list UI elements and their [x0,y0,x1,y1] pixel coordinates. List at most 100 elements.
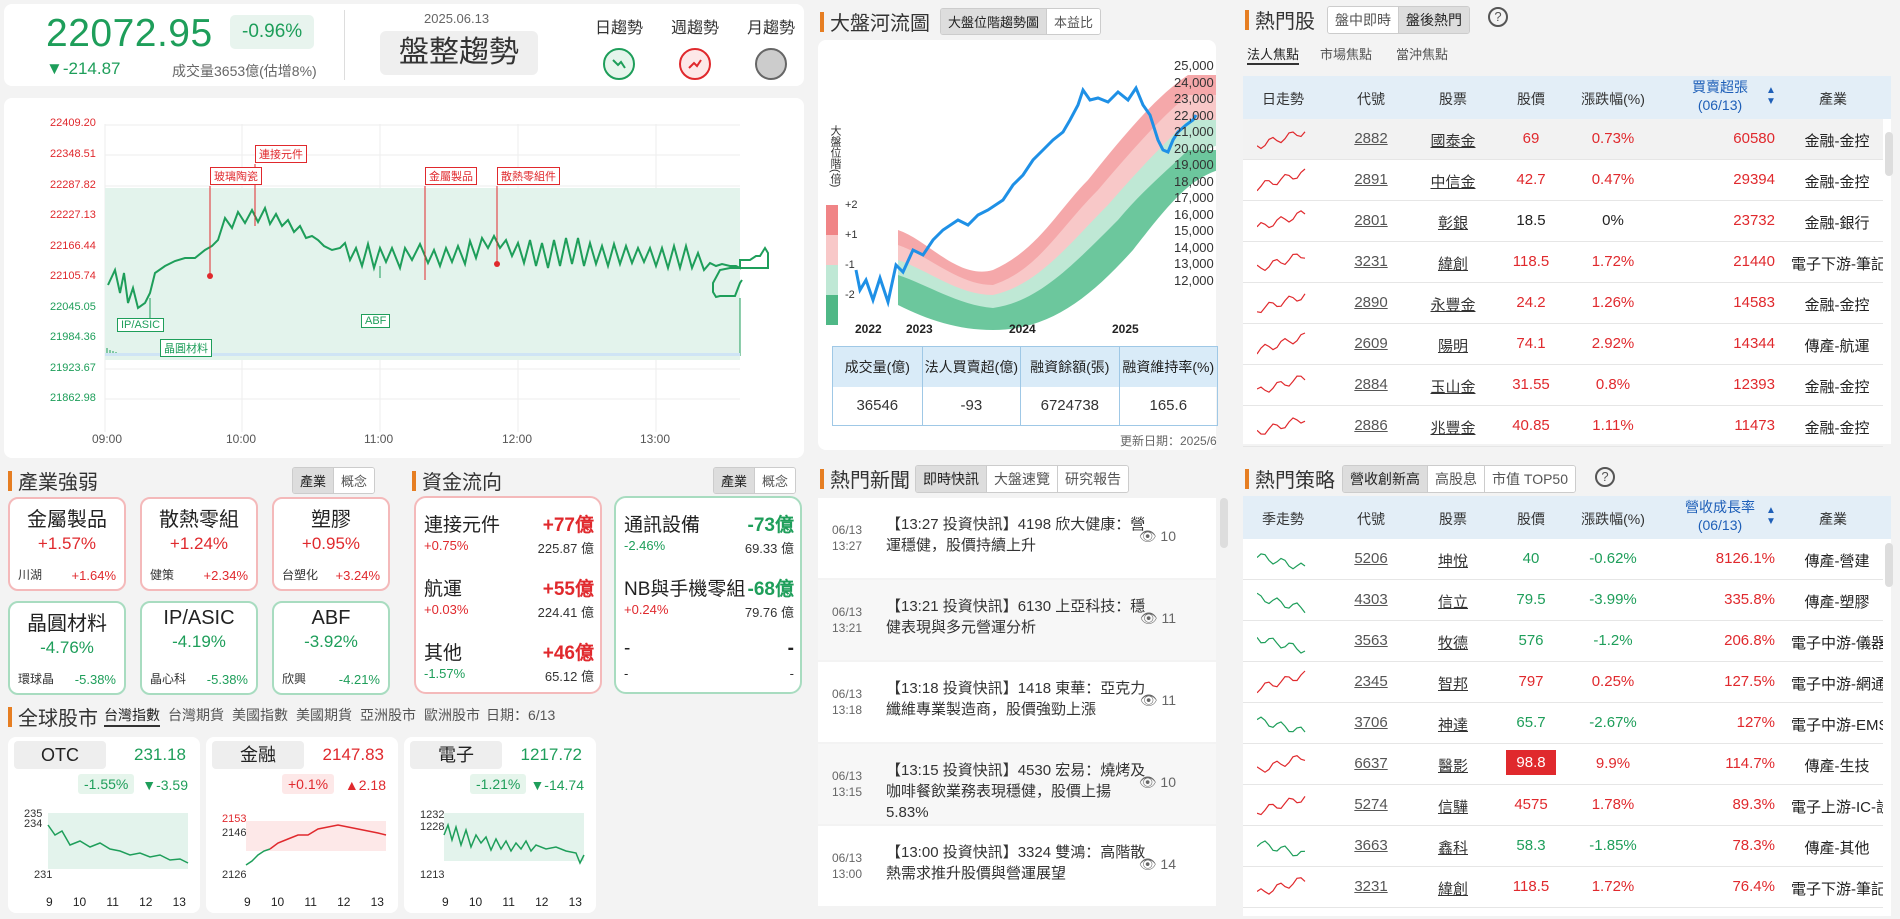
stock-name[interactable]: 國泰金 [1413,130,1493,151]
stock-code[interactable]: 3563 [1341,632,1401,649]
table-row[interactable]: 5274 信驊 4575 1.78% 89.3% 電子上游-IC-設計 [1243,785,1883,826]
table-row[interactable]: 3231 緯創 118.5 1.72% 76.4% 電子下游-筆記型電腦 [1243,867,1883,908]
stock-name[interactable]: 坤悅 [1413,550,1493,571]
tab-realtime[interactable]: 盤中即時 [1328,7,1399,33]
stock-code[interactable]: 4303 [1341,591,1401,608]
tab-high-dividend[interactable]: 高股息 [1428,466,1485,492]
col-header-sorted[interactable]: 營收成長率 (06/13) [1675,498,1765,534]
help-icon[interactable]: ? [1595,467,1615,487]
news-item[interactable]: 06/13 13:00 【13:00 投資快訊】3324 雙鴻：高階散熱需求推升股價… [818,826,1216,906]
global-card-otc[interactable]: OTC 231.18 -1.55% ▼-3.59 235 234 231 9 10 1… [8,737,200,913]
stock-code[interactable]: 3231 [1341,878,1401,895]
news-item[interactable]: 06/13 13:27 【13:27 投資快訊】4198 欣大健康：營運穩健，股價持… [818,498,1216,578]
tab-after-hours[interactable]: 盤後熱門 [1399,7,1469,33]
stock-name[interactable]: 陽明 [1413,335,1493,356]
news-item[interactable]: 06/13 13:21 【13:21 投資快訊】6130 上亞科技：穩健表現與多元營… [818,580,1216,660]
stock-code[interactable]: 5274 [1341,796,1401,813]
subtab-institutional[interactable]: 法人焦點 [1247,44,1300,65]
sort-icon[interactable]: ▲ ▼ [1765,505,1777,527]
stock-code[interactable]: 2609 [1341,335,1401,352]
tab-industry[interactable]: 產業 [293,468,335,493]
industry-card[interactable]: 塑膠 +0.95% 台塑化 +3.24% [272,497,390,591]
news-headline[interactable]: 【13:15 投資快訊】4530 宏易：燒烤及咖啡餐飲業務表現穩健，股價上揚5.… [886,760,1146,823]
stock-name[interactable]: 信立 [1413,591,1493,612]
global-card-electronics[interactable]: 電子 1217.72 -1.21% ▼-14.74 1232 1228 1213 … [404,737,596,913]
news-item[interactable]: 06/13 13:15 【13:15 投資快訊】4530 宏易：燒烤及咖啡餐飲業務表… [818,744,1216,824]
table-row[interactable]: 3563 牧德 576 -1.2% 206.8% 電子中游-儀器設備工... [1243,621,1883,662]
stock-name[interactable]: 永豐金 [1413,294,1493,315]
table-row[interactable]: 2801 彰銀 18.5 0% 23732 金融-銀行 [1243,201,1883,242]
table-row[interactable]: 5206 坤悅 40 -0.62% 8126.1% 傳產-營建 [1243,539,1883,580]
event-tag[interactable]: IP/ASIC [117,318,165,332]
stock-code[interactable]: 2890 [1341,294,1401,311]
tab-tw-index[interactable]: 台灣指數 [104,705,160,727]
stock-name[interactable]: 玉山金 [1413,376,1493,397]
tab-concept[interactable]: 概念 [755,468,796,493]
stock-code[interactable]: 2801 [1341,212,1401,229]
industry-card[interactable]: IP/ASIC -4.19% 晶心科 -5.38% [140,601,258,695]
stock-code[interactable]: 2345 [1341,673,1401,690]
news-headline[interactable]: 【13:00 投資快訊】3324 雙鴻：高階散熱需求推升股價與營運展望 [886,842,1146,884]
stock-code[interactable]: 3663 [1341,837,1401,854]
tab-river-pe[interactable]: 本益比 [1047,9,1101,34]
event-tag[interactable]: 玻璃陶瓷 [210,167,262,185]
event-tag[interactable]: 連接元件 [255,145,307,163]
stock-name[interactable]: 信驊 [1413,796,1493,817]
tab-news-report[interactable]: 研究報告 [1058,466,1128,492]
stock-name[interactable]: 彰銀 [1413,212,1493,233]
news-headline[interactable]: 【13:21 投資快訊】6130 上亞科技：穩健表現與多元營運分析 [886,596,1146,638]
monthly-trend[interactable]: 月趨勢 [736,14,806,80]
stock-name[interactable]: 兆豐金 [1413,417,1493,438]
stock-code[interactable]: 2884 [1341,376,1401,393]
tab-us-index[interactable]: 美國指數 [232,705,288,725]
table-row[interactable]: 2345 智邦 797 0.25% 127.5% 電子中游-網通 [1243,662,1883,703]
stock-code[interactable]: 6637 [1341,755,1401,772]
tab-revenue-high[interactable]: 營收創新高 [1343,466,1428,492]
hot-scrollbar[interactable] [1885,132,1893,176]
subtab-market[interactable]: 市場焦點 [1320,44,1372,63]
weekly-trend[interactable]: 週趨勢 [660,14,730,80]
news-headline[interactable]: 【13:18 投資快訊】1418 東華：亞克力纖維專業製造商，股價強勁上漲 [886,678,1146,720]
event-tag[interactable]: 晶圓材料 [160,339,212,357]
table-row[interactable]: 3706 神達 65.7 -2.67% 127% 電子中游-EMS [1243,703,1883,744]
stock-code[interactable]: 2882 [1341,130,1401,147]
stock-name[interactable]: 鑫科 [1413,837,1493,858]
tab-tw-futures[interactable]: 台灣期貨 [168,705,224,725]
stock-code[interactable]: 2891 [1341,171,1401,188]
news-headline[interactable]: 【13:27 投資快訊】4198 欣大健康：營運穩健，股價持續上升 [886,514,1146,556]
stock-name[interactable]: 緯創 [1413,878,1493,899]
industry-card[interactable]: 散熱零組 +1.24% 健策 +2.34% [140,497,258,591]
industry-card[interactable]: 晶圓材料 -4.76% 環球晶 -5.38% [8,601,126,695]
subtab-daytrade[interactable]: 當沖焦點 [1396,44,1448,63]
table-row[interactable]: 2890 永豐金 24.2 1.26% 14583 金融-金控 [1243,283,1883,324]
stock-code[interactable]: 5206 [1341,550,1401,567]
table-row[interactable]: 2886 兆豐金 40.85 1.11% 11473 金融-金控 [1243,406,1883,447]
event-tag[interactable]: ABF [361,314,391,328]
strategy-scrollbar[interactable] [1885,543,1893,587]
stock-name[interactable]: 緯創 [1413,253,1493,274]
tab-asia[interactable]: 亞洲股市 [360,705,416,725]
news-item[interactable]: 06/13 13:18 【13:18 投資快訊】1418 東華：亞克力纖維專業製造商… [818,662,1216,742]
col-header-sorted[interactable]: 買賣超張 (06/13) [1675,78,1765,114]
table-row[interactable]: 2891 中信金 42.7 0.47% 29394 金融-金控 [1243,160,1883,201]
table-row[interactable]: 2882 國泰金 69 0.73% 60580 金融-金控 [1243,119,1883,160]
stock-code[interactable]: 3706 [1341,714,1401,731]
stock-code[interactable]: 3231 [1341,253,1401,270]
help-icon[interactable]: ? [1488,7,1508,27]
news-scrollbar[interactable] [1220,498,1228,548]
stock-name[interactable]: 牧德 [1413,632,1493,653]
table-row[interactable]: 4303 信立 79.5 -3.99% 335.8% 傳產-塑膠 [1243,580,1883,621]
tab-us-futures[interactable]: 美國期貨 [296,705,352,725]
tab-industry[interactable]: 產業 [714,468,756,493]
tab-top50[interactable]: 市值 TOP50 [1485,466,1575,492]
table-row[interactable]: 2884 玉山金 31.55 0.8% 12393 金融-金控 [1243,365,1883,406]
table-row[interactable]: 2609 陽明 74.1 2.92% 14344 傳產-航運 [1243,324,1883,365]
tab-concept[interactable]: 概念 [334,468,375,493]
global-card-finance[interactable]: 金融 2147.83 +0.1% ▲2.18 2153 2146 2126 9 1… [206,737,398,913]
tab-river-trend[interactable]: 大盤位階趨勢圖 [941,9,1048,34]
industry-card[interactable]: ABF -3.92% 欣興 -4.21% [272,601,390,695]
stock-name[interactable]: 神達 [1413,714,1493,735]
stock-code[interactable]: 2886 [1341,417,1401,434]
sort-icon[interactable]: ▲ ▼ [1765,85,1777,107]
table-row[interactable]: 3663 鑫科 58.3 -1.85% 78.3% 傳產-其他 [1243,826,1883,867]
